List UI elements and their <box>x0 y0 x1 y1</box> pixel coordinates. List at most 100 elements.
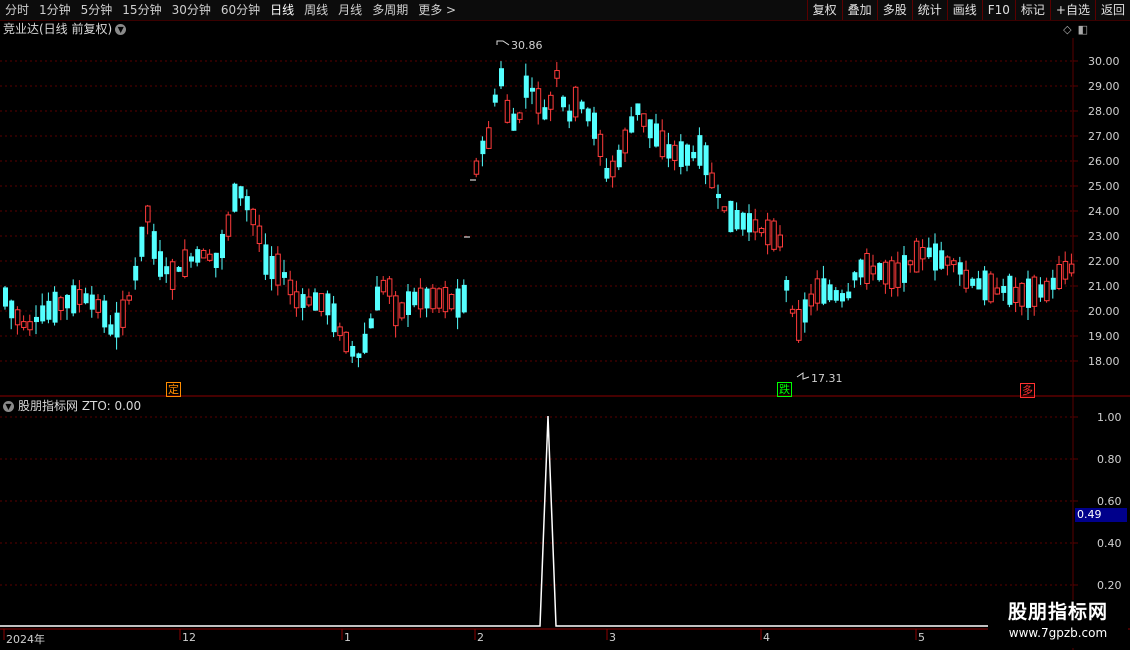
candle-body <box>480 140 486 155</box>
candle-body <box>492 94 498 103</box>
candle-body <box>102 300 108 328</box>
candle-body <box>1007 275 1013 305</box>
candle-body <box>393 295 399 327</box>
candle-body <box>517 112 523 120</box>
candle-body <box>1013 286 1019 304</box>
candle-body <box>622 129 628 154</box>
candle-body <box>808 293 814 307</box>
candle-body <box>554 70 560 79</box>
candle-body <box>269 255 275 280</box>
candle-body <box>870 265 876 275</box>
candle-body <box>944 256 951 266</box>
high-marker-line <box>496 40 510 46</box>
candle-body <box>442 286 449 313</box>
price-tick-label: 23.00 <box>1088 230 1120 243</box>
candle-body <box>486 127 492 149</box>
price-tick-label: 24.00 <box>1088 205 1120 218</box>
candle-body <box>864 253 870 284</box>
candle-body <box>654 123 659 147</box>
candle-body <box>895 262 901 288</box>
candle-body <box>114 312 120 338</box>
zto-indicator-line <box>0 415 1073 627</box>
candle-body <box>530 87 535 92</box>
candle-body <box>200 249 207 259</box>
candle-body <box>821 278 827 304</box>
candle-body <box>933 243 938 271</box>
candle-body <box>1026 278 1031 308</box>
candle-body <box>399 302 405 319</box>
candle-body <box>386 278 393 297</box>
candle-body <box>46 300 52 320</box>
candle-body <box>9 300 15 319</box>
candle-body <box>721 206 728 212</box>
candle-body <box>610 160 616 178</box>
candle-body <box>95 299 101 313</box>
candle-body <box>189 256 194 262</box>
candle-body <box>913 240 920 273</box>
candle-body <box>380 279 387 293</box>
indicator-title: 股朋指标网 ZTO: 0.00 <box>18 399 142 413</box>
price-tick-label: 26.00 <box>1088 155 1120 168</box>
candle-body <box>139 226 145 257</box>
candle-body <box>1031 276 1038 307</box>
price-tick-label: 18.00 <box>1088 355 1120 368</box>
candle-body <box>76 289 83 305</box>
candle-body <box>225 214 232 237</box>
signal-marker-0: 定 <box>166 382 181 397</box>
candle-body <box>40 305 46 322</box>
candle-body <box>827 284 833 301</box>
candle-body <box>740 212 746 230</box>
candle-body <box>151 231 157 259</box>
candle-body <box>1001 285 1007 293</box>
signal-marker-2: 多 <box>1020 383 1035 398</box>
chevron-down-icon[interactable]: ▼ <box>3 401 14 412</box>
candle-body <box>734 209 740 230</box>
candle-body <box>585 108 591 122</box>
candle-body <box>368 318 374 329</box>
candle-body <box>802 299 808 323</box>
kline-chart[interactable]: 30.00 29.00 28.00 27.00 26.00 25.00 24.00 23.00… <box>0 0 1130 650</box>
candle-body <box>747 213 752 233</box>
candle-body <box>108 324 114 335</box>
price-tick-label: 25.00 <box>1088 180 1120 193</box>
candle-body <box>331 303 337 333</box>
price-tick-label: 21.00 <box>1088 280 1120 293</box>
candle-body <box>455 288 461 318</box>
candle-body <box>994 287 1000 295</box>
candle-body <box>957 262 963 275</box>
candle-body <box>784 279 790 291</box>
candle-body <box>1050 277 1056 290</box>
candle-body <box>473 160 480 175</box>
candle-body <box>27 321 33 331</box>
candle-body <box>1056 263 1062 290</box>
candle-body <box>158 251 163 277</box>
candle-body <box>14 309 21 326</box>
price-tick-label: 27.00 <box>1088 130 1120 143</box>
price-tick-label: 30.00 <box>1088 55 1120 68</box>
candle-body <box>169 261 176 290</box>
price-tick-label: 19.00 <box>1088 330 1120 343</box>
candle-body <box>71 285 77 314</box>
candle-body <box>641 113 647 127</box>
candle-body <box>976 278 982 290</box>
candle-body <box>982 270 988 301</box>
candle-body <box>629 116 635 133</box>
candle-body <box>250 208 256 226</box>
price-tick-label: 28.00 <box>1088 105 1120 118</box>
date-label-4: 3 <box>609 631 616 644</box>
candle-body <box>417 287 424 310</box>
candle-body <box>3 287 8 307</box>
candle-body <box>1044 280 1050 302</box>
candle-body <box>275 253 281 286</box>
candle-body <box>691 151 697 159</box>
signal-marker-1: 跌 <box>777 382 792 397</box>
candle-body <box>728 200 734 233</box>
candle-body <box>542 107 548 120</box>
indicator-tick-label: 0.80 <box>1097 453 1122 466</box>
candle-body <box>232 183 238 212</box>
candle-body <box>375 286 380 311</box>
candle-body <box>207 253 213 261</box>
candle-body <box>796 308 802 341</box>
candle-body <box>846 291 852 299</box>
candle-body <box>430 287 436 310</box>
